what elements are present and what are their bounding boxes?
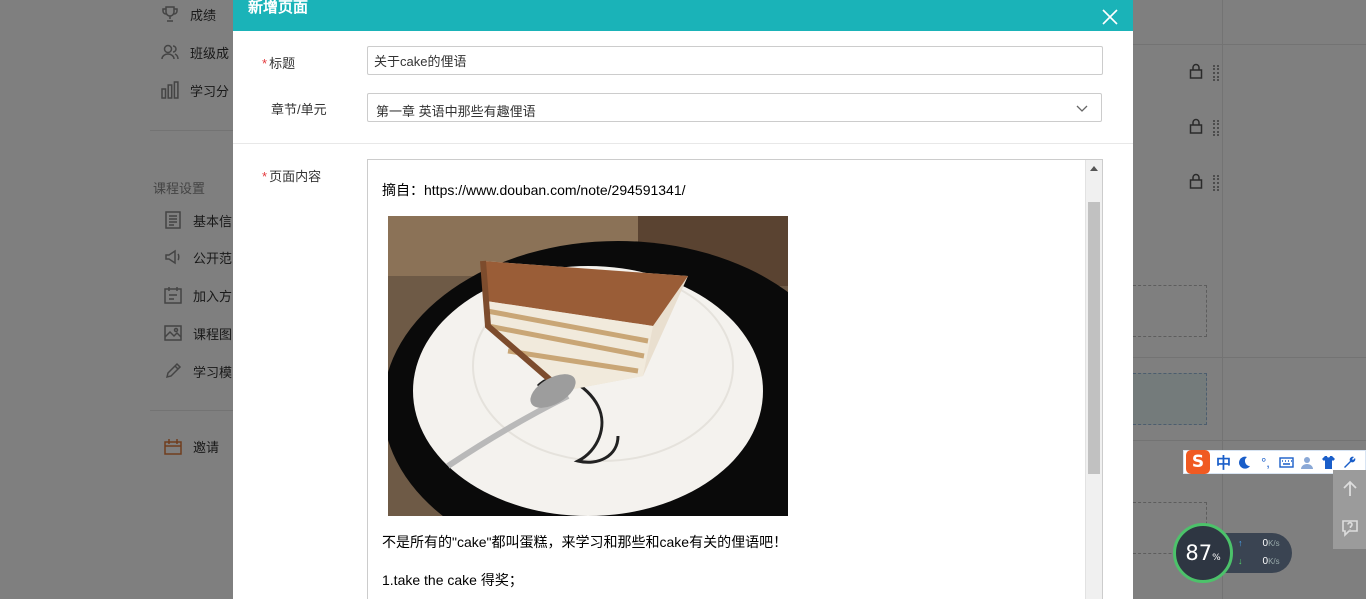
ime-mode-toggle[interactable]: 中 [1216, 452, 1231, 473]
cake-image[interactable] [388, 216, 788, 516]
intro-paragraph: 不是所有的"cake"都叫蛋糕，来学习和那些和cake有关的俚语吧！ [382, 534, 788, 550]
source-text: 摘自：https://www.douban.com/note/294591341… [382, 182, 686, 198]
modal-header: 新增页面 [233, 0, 1133, 31]
scroll-up-arrow-icon[interactable] [1090, 166, 1098, 171]
upload-speed: ↑ 0K/s [1238, 538, 1280, 549]
scroll-thumb[interactable] [1088, 202, 1100, 474]
chevron-down-icon [1075, 101, 1089, 115]
feedback-button[interactable] [1333, 509, 1366, 549]
sogou-logo-icon[interactable]: S [1186, 450, 1210, 474]
title-field-label: * 标题 [262, 56, 296, 71]
title-input[interactable] [367, 46, 1103, 75]
arrow-up-icon [1340, 479, 1360, 502]
editor-scrollbar[interactable] [1085, 160, 1102, 599]
rich-text-editor[interactable]: 摘自：https://www.douban.com/note/294591341… [367, 159, 1103, 599]
chapter-field-label: 章节/单元 [271, 102, 327, 117]
download-arrow-icon: ↓ [1238, 556, 1243, 566]
wrench-icon[interactable] [1342, 455, 1357, 470]
shirt-icon[interactable] [1321, 455, 1336, 470]
chapter-select-value: 第一章 英语中那些有趣俚语 [376, 104, 536, 119]
user-icon[interactable] [1300, 455, 1315, 470]
list-item-1: 1.take the cake 得奖； [382, 572, 523, 588]
memory-usage-gauge: 87% [1173, 523, 1233, 583]
keyboard-icon[interactable] [1279, 455, 1294, 470]
moon-icon[interactable] [1237, 455, 1252, 470]
network-speed-widget[interactable]: ↑ 0K/s ↓ 0K/s 87% [1173, 523, 1292, 583]
required-marker: * [262, 56, 268, 71]
question-icon [1340, 518, 1360, 541]
punctuation-icon[interactable]: °, [1258, 455, 1273, 470]
divider [233, 143, 1133, 144]
content-field-label: * 页面内容 [262, 169, 322, 184]
download-speed: ↓ 0K/s [1238, 556, 1280, 567]
back-to-top-button[interactable] [1333, 470, 1366, 510]
close-icon[interactable] [1101, 8, 1119, 26]
upload-arrow-icon: ↑ [1238, 538, 1243, 548]
chapter-select[interactable]: 第一章 英语中那些有趣俚语 [367, 93, 1102, 122]
modal-title: 新增页面 [248, 0, 309, 16]
add-page-modal: 新增页面 *标题 章节/单元 第一章 英语中那些有趣俚语 *页面内容 摘自：ht… [233, 0, 1133, 599]
required-marker: * [262, 169, 268, 184]
